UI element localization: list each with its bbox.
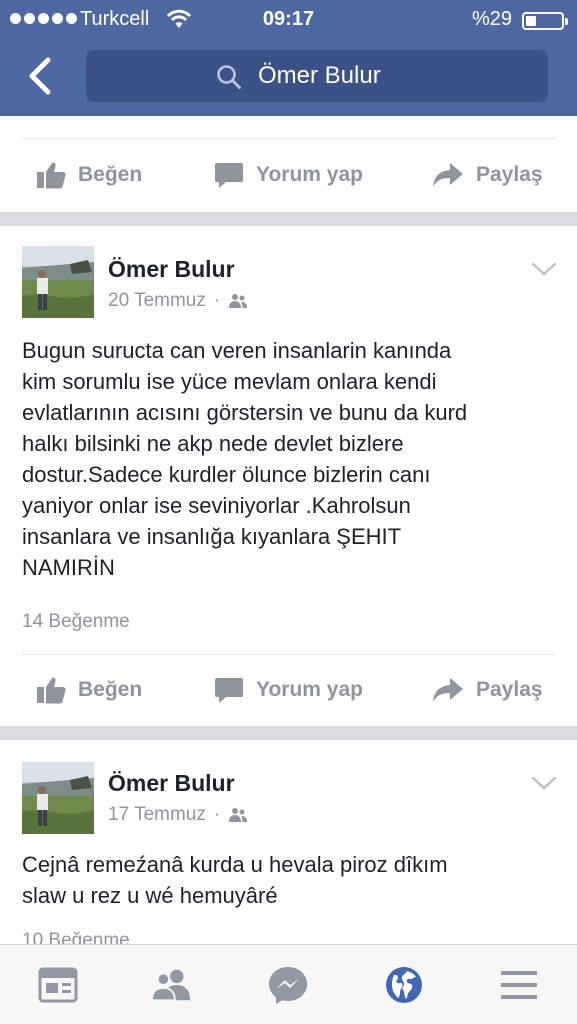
author-name[interactable]: Ömer Bulur <box>108 770 235 797</box>
post-meta: 20 Temmuz · <box>108 290 248 312</box>
share-label: Paylaş <box>476 163 543 186</box>
battery-level <box>526 16 536 26</box>
tab-messenger[interactable] <box>266 965 310 1005</box>
like-label: Beğen <box>78 163 143 186</box>
post-card: Ömer Bulur 17 Temmuz · Cejnâ remeźanâ ku… <box>0 740 577 951</box>
avatar[interactable] <box>22 246 94 318</box>
menu-icon <box>501 971 537 999</box>
search-icon <box>217 65 241 89</box>
search-query-text: Ömer Bulur <box>258 62 381 89</box>
share-label: Paylaş <box>476 678 543 701</box>
post-actions: Beğen Yorum yap Paylaş <box>0 150 577 200</box>
previous-post-card: Beğen Yorum yap Paylaş <box>0 116 577 212</box>
search-field[interactable]: Ömer Bulur <box>86 50 548 102</box>
post-actions: Beğen Yorum yap Paylaş <box>0 665 577 715</box>
chevron-down-icon[interactable] <box>530 260 558 278</box>
thumbs-up-icon <box>37 677 66 704</box>
back-arrow-icon[interactable] <box>22 54 62 98</box>
friends-icon <box>150 969 191 1002</box>
friends-audience-icon <box>229 808 248 822</box>
like-button[interactable]: Beğen <box>36 150 142 200</box>
tab-notifications[interactable] <box>382 965 426 1005</box>
tab-friends[interactable] <box>150 965 194 1005</box>
tab-menu[interactable] <box>497 965 541 1005</box>
comment-button[interactable]: Yorum yap <box>214 150 363 200</box>
post-meta: 17 Temmuz · <box>108 804 248 826</box>
share-arrow-icon <box>433 678 463 702</box>
header: Turkcell 09:17 %29 Ömer Bulur <box>0 0 577 116</box>
tab-bar <box>0 944 577 1024</box>
screen: Turkcell 09:17 %29 Ömer Bulur Beğen Yoru… <box>0 0 577 1024</box>
meta-separator: · <box>213 290 221 311</box>
battery-percent: %29 <box>472 8 513 30</box>
status-bar: Turkcell 09:17 %29 <box>0 6 577 32</box>
divider <box>22 138 555 139</box>
battery-icon <box>522 12 568 30</box>
post-date[interactable]: 17 Temmuz <box>108 804 206 826</box>
comment-label: Yorum yap <box>256 678 363 701</box>
comment-button[interactable]: Yorum yap <box>214 665 363 715</box>
meta-separator: · <box>213 804 221 825</box>
chevron-down-icon[interactable] <box>530 774 558 792</box>
post-text: Bugun suructa can veren insanlarin kanın… <box>22 338 468 580</box>
post-date[interactable]: 20 Temmuz <box>108 290 206 312</box>
profile-photo <box>22 246 94 318</box>
share-arrow-icon <box>433 163 463 187</box>
comment-icon <box>215 678 243 703</box>
messenger-icon <box>269 967 307 1004</box>
globe-notifications-icon <box>386 967 422 1003</box>
share-button[interactable]: Paylaş <box>432 665 543 715</box>
post-text: Cejnâ remeźanâ kurda u hevala piroz dîkı… <box>22 852 448 908</box>
share-button[interactable]: Paylaş <box>432 150 543 200</box>
author-name[interactable]: Ömer Bulur <box>108 256 235 283</box>
news-feed-icon <box>38 967 78 1003</box>
friends-audience-icon <box>229 294 248 308</box>
thumbs-up-icon <box>37 162 66 189</box>
divider <box>22 654 555 655</box>
comment-icon <box>215 163 243 188</box>
likes-count[interactable]: 14 Beğenme <box>22 611 130 633</box>
avatar[interactable] <box>22 762 94 834</box>
like-button[interactable]: Beğen <box>36 665 142 715</box>
comment-label: Yorum yap <box>256 163 363 186</box>
post-card: Ömer Bulur 20 Temmuz · Bugun suructa can… <box>0 226 577 726</box>
like-label: Beğen <box>78 678 143 701</box>
profile-photo <box>22 762 94 834</box>
tab-news-feed[interactable] <box>36 965 80 1005</box>
